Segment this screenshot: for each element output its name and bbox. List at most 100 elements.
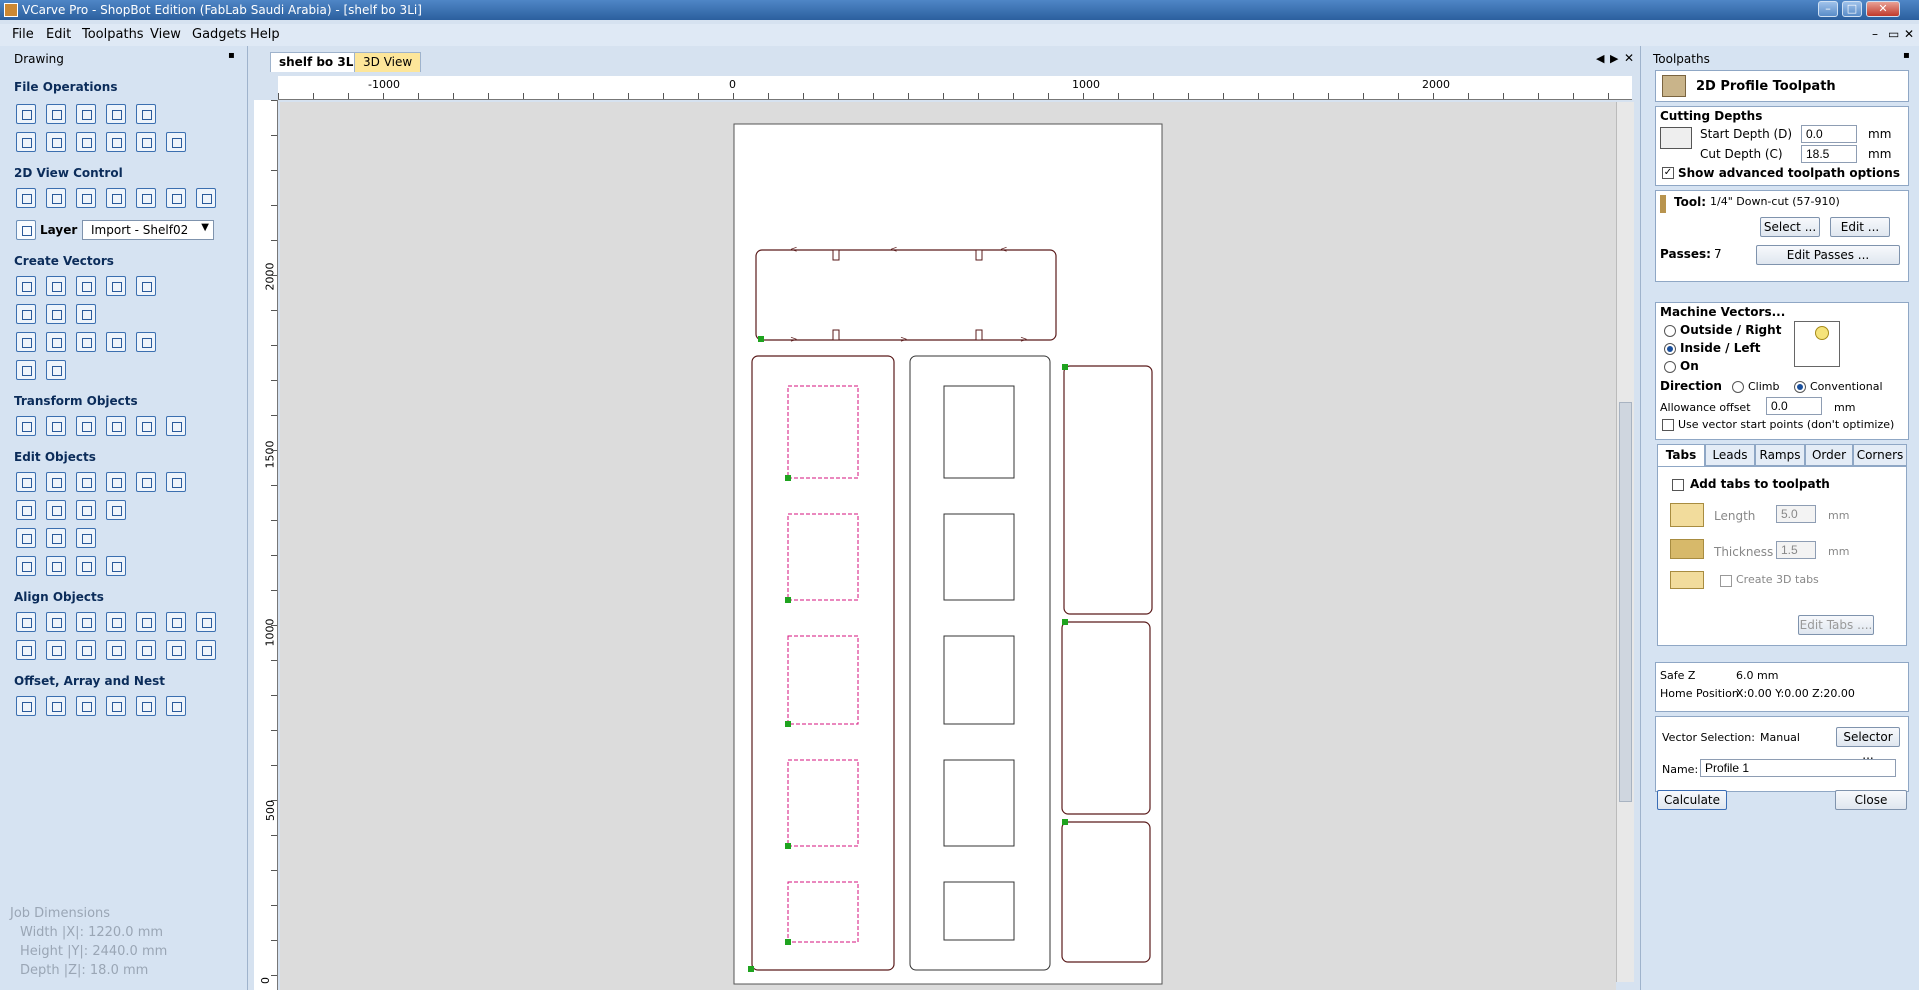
tab-scroll-right-icon[interactable]: ▶: [1610, 52, 1618, 65]
text-on-curve-icon[interactable]: [76, 332, 96, 352]
calculate-button[interactable]: Calculate: [1657, 790, 1727, 810]
paste-icon[interactable]: [106, 132, 126, 152]
offset-icon[interactable]: [16, 696, 36, 716]
menu-help[interactable]: Help: [250, 27, 280, 42]
select-tool-button[interactable]: Select ...: [1760, 217, 1820, 237]
align-left-icon[interactable]: [106, 612, 126, 632]
space-horizontal-icon[interactable]: [106, 640, 126, 660]
thickness-input[interactable]: [1776, 541, 1816, 559]
minimize-button[interactable]: –: [1818, 1, 1838, 17]
copy-along-vector-icon[interactable]: [106, 696, 126, 716]
add-tabs-checkbox[interactable]: [1672, 479, 1684, 491]
allowance-input[interactable]: [1766, 397, 1822, 415]
subtract-icon[interactable]: [46, 500, 66, 520]
curve-icon[interactable]: [76, 304, 96, 324]
node-edit-icon[interactable]: [46, 472, 66, 492]
group-icon[interactable]: [106, 472, 126, 492]
circle-icon[interactable]: [16, 276, 36, 296]
show-advanced-checkbox[interactable]: ✓: [1662, 167, 1674, 179]
start-depth-input[interactable]: [1801, 125, 1857, 143]
climb-radio[interactable]: [1732, 381, 1744, 393]
import-bitmap-icon[interactable]: [136, 104, 156, 124]
select-icon[interactable]: [16, 472, 36, 492]
text-icon[interactable]: [16, 332, 36, 352]
center-horizontally-icon[interactable]: [46, 640, 66, 660]
cut-depth-input[interactable]: [1801, 145, 1857, 163]
space-left-icon[interactable]: [136, 640, 156, 660]
view-3d-icon[interactable]: [196, 188, 216, 208]
polyline-icon[interactable]: [16, 304, 36, 324]
pin-icon[interactable]: ▪: [1903, 50, 1910, 61]
redo-icon[interactable]: [166, 132, 186, 152]
edit-tool-button[interactable]: Edit ...: [1830, 217, 1890, 237]
scale-icon[interactable]: [46, 416, 66, 436]
align-right-icon[interactable]: [136, 612, 156, 632]
menu-file[interactable]: File: [12, 27, 34, 42]
mdi-close-button[interactable]: ✕: [1904, 27, 1914, 41]
length-input[interactable]: [1776, 505, 1816, 523]
intersect-icon[interactable]: [76, 500, 96, 520]
save-file-icon[interactable]: [76, 104, 96, 124]
tab-corners[interactable]: Corners: [1853, 444, 1907, 466]
layer-dropdown[interactable]: Import - Shelf02 ▼: [82, 220, 214, 240]
polygon-icon[interactable]: [106, 276, 126, 296]
text-spacing-icon[interactable]: [136, 332, 156, 352]
mdi-restore-button[interactable]: ▭: [1888, 27, 1899, 41]
measure-icon[interactable]: [166, 472, 186, 492]
trace-bitmap-icon[interactable]: [16, 360, 36, 380]
conventional-radio[interactable]: [1794, 381, 1806, 393]
smooth-icon[interactable]: [106, 556, 126, 576]
space-vertical-icon[interactable]: [166, 640, 186, 660]
star-icon[interactable]: [136, 276, 156, 296]
distort-icon[interactable]: [136, 416, 156, 436]
interactive-transform-icon[interactable]: [76, 472, 96, 492]
maximize-button[interactable]: □: [1842, 1, 1862, 17]
menu-view[interactable]: View: [150, 27, 181, 42]
zoom-selection-icon[interactable]: [106, 188, 126, 208]
edit-tabs-button[interactable]: Edit Tabs ....: [1798, 615, 1874, 635]
tab-leads[interactable]: Leads: [1705, 444, 1755, 466]
fillet-icon[interactable]: [16, 528, 36, 548]
vertical-scrollbar[interactable]: [1616, 102, 1634, 982]
close-vectors-icon[interactable]: [46, 556, 66, 576]
scrollbar-thumb[interactable]: [1619, 402, 1632, 802]
toolpath-name-input[interactable]: [1700, 759, 1896, 777]
center-vertically-icon[interactable]: [76, 640, 96, 660]
view-horizontal-icon[interactable]: [166, 188, 186, 208]
scissors-icon[interactable]: [106, 500, 126, 520]
mirror-icon[interactable]: [106, 416, 126, 436]
dimension-icon[interactable]: [46, 360, 66, 380]
align-horizontal-center-icon[interactable]: [46, 612, 66, 632]
open-file-icon[interactable]: [46, 104, 66, 124]
space-top-icon[interactable]: [196, 640, 216, 660]
edit-passes-button[interactable]: Edit Passes ...: [1756, 245, 1900, 265]
drawing-canvas[interactable]: < < < > > >: [280, 102, 1616, 990]
zoom-icon[interactable]: [46, 188, 66, 208]
on-radio[interactable]: [1664, 361, 1676, 373]
weld-icon[interactable]: [16, 500, 36, 520]
job-setup-icon[interactable]: [16, 132, 36, 152]
use-vector-start-checkbox[interactable]: [1662, 419, 1674, 431]
align-vertical-center-icon[interactable]: [76, 612, 96, 632]
tab-order[interactable]: Order: [1805, 444, 1853, 466]
arc-icon[interactable]: [46, 304, 66, 324]
close-button[interactable]: Close: [1835, 790, 1907, 810]
tab-3d-view[interactable]: 3D View: [354, 52, 422, 72]
nest-icon[interactable]: [136, 696, 156, 716]
layers-icon[interactable]: [16, 220, 36, 240]
curve-fit-icon[interactable]: [76, 556, 96, 576]
copy-icon[interactable]: [76, 132, 96, 152]
text-box-icon[interactable]: [46, 332, 66, 352]
undo-icon[interactable]: [136, 132, 156, 152]
ungroup-icon[interactable]: [136, 472, 156, 492]
nest-parts-icon[interactable]: [166, 696, 186, 716]
ellipse-icon[interactable]: [46, 276, 66, 296]
import-vectors-icon[interactable]: [106, 104, 126, 124]
move-icon[interactable]: [16, 416, 36, 436]
pan-icon[interactable]: [16, 188, 36, 208]
drawing-svg[interactable]: < < < > > >: [280, 102, 1616, 990]
align-bottom-icon[interactable]: [196, 612, 216, 632]
align-top-icon[interactable]: [166, 612, 186, 632]
create-3d-tabs-checkbox[interactable]: [1720, 575, 1732, 587]
tab-tabs[interactable]: Tabs: [1657, 444, 1705, 466]
